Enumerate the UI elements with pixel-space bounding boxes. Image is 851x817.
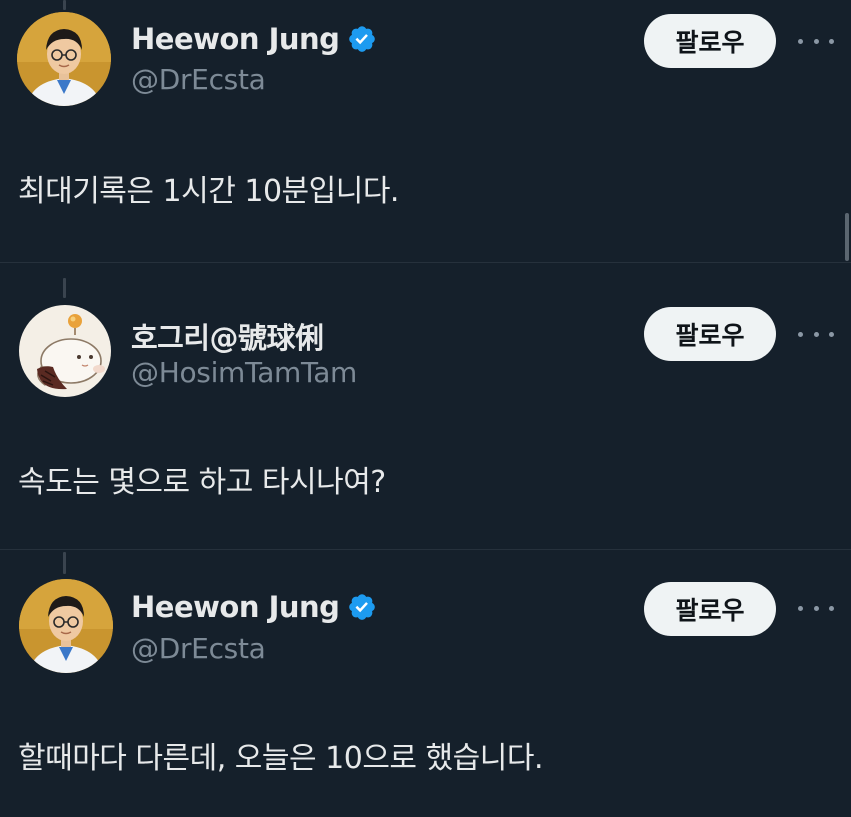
reply-thread: Heewon Jung @DrEcsta 팔로우 최대기록은 1시간 10분입니… xyxy=(0,0,851,817)
verified-badge-icon xyxy=(347,592,377,622)
author-row: Heewon Jung xyxy=(131,590,377,624)
tweet[interactable]: 호그리@號球俐 @HosimTamTam 팔로우 속도는 몇으로 하고 타시나여… xyxy=(0,263,851,549)
character-illustration-icon xyxy=(19,305,111,397)
user-handle[interactable]: @DrEcsta xyxy=(131,63,266,96)
avatar[interactable] xyxy=(19,305,111,397)
follow-button[interactable]: 팔로우 xyxy=(644,307,776,361)
tweet[interactable]: Heewon Jung @DrEcsta 팔로우 최대기록은 1시간 10분입니… xyxy=(0,0,851,262)
tweet-text: 속도는 몇으로 하고 타시나여? xyxy=(18,465,386,500)
verified-badge-icon xyxy=(347,24,377,54)
avatar[interactable] xyxy=(17,12,111,106)
person-portrait-icon xyxy=(17,12,111,106)
tweet-text: 할때마다 다른데, 오늘은 10으로 했습니다. xyxy=(18,741,544,776)
user-handle[interactable]: @DrEcsta xyxy=(131,632,266,665)
follow-button[interactable]: 팔로우 xyxy=(644,582,776,636)
tweet-text: 최대기록은 1시간 10분입니다. xyxy=(18,174,399,209)
follow-button[interactable]: 팔로우 xyxy=(644,14,776,68)
more-options-icon[interactable] xyxy=(798,598,834,618)
display-name[interactable]: Heewon Jung xyxy=(131,590,340,624)
author-row: Heewon Jung xyxy=(131,22,377,56)
person-portrait-icon xyxy=(19,579,113,673)
more-options-icon[interactable] xyxy=(798,324,834,344)
more-options-icon[interactable] xyxy=(798,31,834,51)
tweet[interactable]: Heewon Jung @DrEcsta 팔로우 할때마다 다른데, 오늘은 1… xyxy=(0,550,851,817)
user-handle[interactable]: @HosimTamTam xyxy=(131,356,357,389)
scrollbar[interactable] xyxy=(845,213,849,261)
display-name[interactable]: 호그리@號球俐 xyxy=(131,315,324,357)
author-row: 호그리@號球俐 xyxy=(131,315,324,357)
display-name[interactable]: Heewon Jung xyxy=(131,22,340,56)
avatar[interactable] xyxy=(19,579,113,673)
